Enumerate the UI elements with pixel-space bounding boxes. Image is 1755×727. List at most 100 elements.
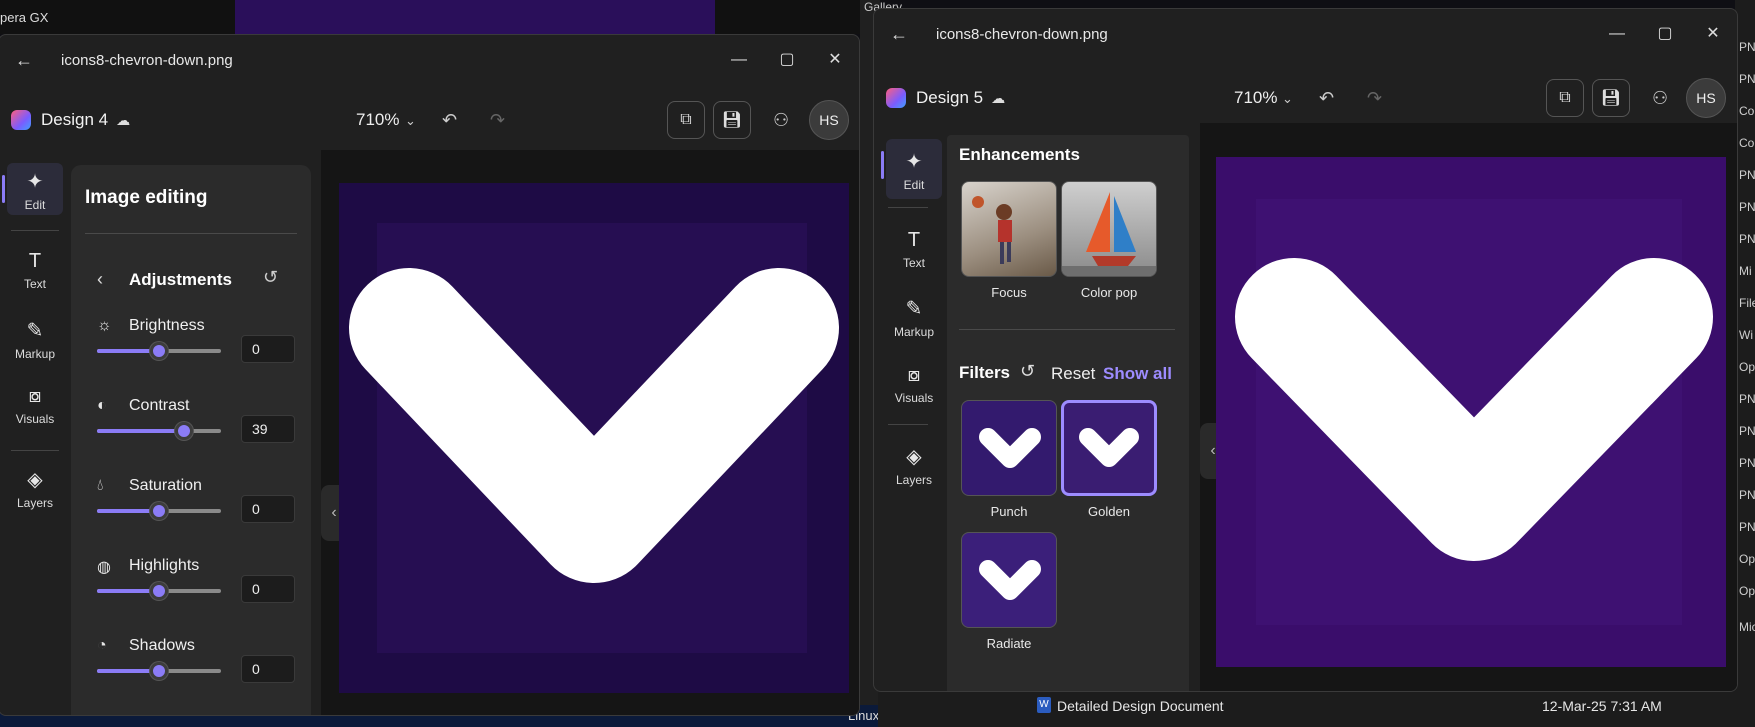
explorer-list-item[interactable]: PN bbox=[1739, 40, 1755, 54]
design-title[interactable]: Design 5 bbox=[916, 88, 983, 108]
undo-icon[interactable]: ↶ bbox=[1319, 88, 1334, 109]
explorer-list-item[interactable]: File bbox=[1739, 296, 1755, 310]
share-icon[interactable]: ⚇ bbox=[773, 110, 789, 131]
enhancement-focus-thumb[interactable] bbox=[961, 181, 1057, 277]
reset-icon[interactable]: ↺ bbox=[263, 267, 278, 288]
rail-edit[interactable]: ✦ Edit bbox=[2, 163, 63, 215]
reset-icon[interactable]: ↺ bbox=[1020, 361, 1035, 382]
designer-logo bbox=[886, 88, 906, 108]
back-chevron-icon[interactable]: ‹ bbox=[97, 269, 103, 290]
explorer-list-item[interactable]: PN bbox=[1739, 200, 1755, 214]
filter-punch-thumb[interactable] bbox=[961, 400, 1057, 496]
zoom-level[interactable]: 710% bbox=[356, 110, 399, 130]
taskbar-doc-name[interactable]: Detailed Design Document bbox=[1057, 698, 1224, 714]
rail-markup[interactable]: ✎ Markup bbox=[886, 296, 942, 339]
file-name: icons8-chevron-down.png bbox=[936, 25, 1108, 43]
brightness-value[interactable]: 0 bbox=[241, 335, 295, 363]
rail-visuals-label: Visuals bbox=[894, 391, 934, 405]
rail-markup[interactable]: ✎ Markup bbox=[7, 318, 63, 361]
explorer-list-item[interactable]: PN bbox=[1739, 424, 1755, 438]
save-icon[interactable]: 💾︎ bbox=[1592, 79, 1630, 117]
close-icon[interactable]: ✕ bbox=[811, 35, 859, 85]
explorer-list-item[interactable]: PN bbox=[1739, 520, 1755, 534]
opera-gx-label: pera GX bbox=[0, 10, 49, 25]
contrast-slider-thumb[interactable] bbox=[174, 422, 193, 440]
close-icon[interactable]: ✕ bbox=[1689, 9, 1737, 59]
taskbar-timestamp: 12-Mar-25 7:31 AM bbox=[1542, 698, 1662, 714]
explorer-list-item[interactable]: Op bbox=[1739, 584, 1755, 598]
back-arrow-icon[interactable]: ← bbox=[0, 50, 49, 71]
redo-icon[interactable]: ↷ bbox=[490, 110, 505, 131]
explorer-list-item[interactable]: PN bbox=[1739, 392, 1755, 406]
rail-visuals[interactable]: ⧇ Visuals bbox=[886, 364, 942, 405]
rail-markup-label: Markup bbox=[14, 347, 55, 361]
rail-visuals-label: Visuals bbox=[15, 412, 55, 426]
explorer-list-item[interactable]: PN bbox=[1739, 72, 1755, 86]
rail-divider bbox=[11, 450, 59, 451]
explorer-list-item[interactable]: Mi bbox=[1739, 264, 1752, 278]
rail-text[interactable]: T Text bbox=[886, 229, 942, 270]
explorer-list-item[interactable]: PN bbox=[1739, 488, 1755, 502]
rail-edit[interactable]: ✦ Edit bbox=[881, 139, 942, 199]
rail-text[interactable]: T Text bbox=[7, 250, 63, 291]
back-arrow-icon[interactable]: ← bbox=[874, 24, 924, 45]
explorer-list-item[interactable]: PN bbox=[1739, 232, 1755, 246]
save-icon[interactable]: 💾︎ bbox=[713, 101, 751, 139]
chevron-down-icon[interactable]: ⌄ bbox=[405, 113, 416, 129]
image-canvas[interactable] bbox=[1216, 157, 1726, 667]
highlights-slider-thumb[interactable] bbox=[150, 582, 168, 600]
explorer-list-item[interactable]: Mic bbox=[1739, 620, 1755, 634]
show-all-link[interactable]: Show all bbox=[1103, 364, 1172, 384]
maximize-icon[interactable]: ▢ bbox=[1641, 9, 1689, 59]
brightness-slider-thumb[interactable] bbox=[150, 342, 168, 360]
avatar[interactable]: HS bbox=[1686, 78, 1726, 118]
shadows-slider-thumb[interactable] bbox=[150, 662, 168, 680]
basketball-photo-icon bbox=[972, 196, 1012, 264]
sailboat-photo-icon bbox=[1062, 192, 1156, 276]
saturation-value[interactable]: 0 bbox=[241, 495, 295, 523]
undo-icon[interactable]: ↶ bbox=[442, 110, 457, 131]
section-title: Adjustments bbox=[129, 270, 232, 289]
highlights-label: Highlights bbox=[129, 557, 200, 574]
image-canvas[interactable] bbox=[339, 183, 849, 693]
explorer-list-item[interactable]: Op bbox=[1739, 552, 1755, 566]
chevron-down-icon[interactable]: ⌄ bbox=[1282, 91, 1293, 107]
explorer-list-item[interactable]: Co bbox=[1739, 136, 1754, 150]
copy-icon[interactable]: ⧉ bbox=[1546, 79, 1584, 117]
shadows-value[interactable]: 0 bbox=[241, 655, 295, 683]
saturation-slider-thumb[interactable] bbox=[150, 502, 168, 520]
share-icon[interactable]: ⚇ bbox=[1652, 88, 1668, 109]
rail-text-label: Text bbox=[23, 277, 46, 291]
rail-visuals[interactable]: ⧇ Visuals bbox=[7, 385, 63, 426]
maximize-icon[interactable]: ▢ bbox=[763, 35, 811, 85]
avatar[interactable]: HS bbox=[809, 100, 849, 140]
cloud-saved-icon: ☁︎ bbox=[116, 111, 131, 128]
design-title[interactable]: Design 4 bbox=[41, 110, 108, 130]
explorer-list-item[interactable]: Op bbox=[1739, 360, 1755, 374]
contrast-label: Contrast bbox=[129, 397, 190, 414]
filter-golden-thumb[interactable] bbox=[1061, 400, 1157, 496]
filter-punch-label: Punch bbox=[990, 504, 1028, 519]
explorer-list-item[interactable]: PN bbox=[1739, 168, 1755, 182]
filter-radiate-thumb[interactable] bbox=[961, 532, 1057, 628]
enhancement-color-pop-thumb[interactable] bbox=[1061, 181, 1157, 277]
chevron-left-icon: ‹ bbox=[331, 504, 337, 521]
visuals-icon: ⧇ bbox=[28, 385, 42, 407]
explorer-list-item[interactable]: Wi bbox=[1739, 328, 1753, 342]
top-toolbar: Design 4 ☁︎ 710% ⌄ ↶ ↷ ⧉ 💾︎ ⚇ HS bbox=[0, 91, 859, 149]
shadows-icon: ◔ bbox=[97, 637, 107, 654]
contrast-value[interactable]: 39 bbox=[241, 415, 295, 443]
rail-layers[interactable]: ◈ Layers bbox=[7, 467, 63, 510]
explorer-list-item[interactable]: PN bbox=[1739, 456, 1755, 470]
reset-button[interactable]: Reset bbox=[1051, 364, 1095, 384]
copy-icon[interactable]: ⧉ bbox=[667, 101, 705, 139]
minimize-icon[interactable]: — bbox=[715, 35, 763, 85]
title-bar: ← icons8-chevron-down.png — ▢ ✕ bbox=[874, 9, 1737, 59]
chevron-down-icon bbox=[979, 560, 1041, 600]
minimize-icon[interactable]: — bbox=[1593, 9, 1641, 59]
zoom-level[interactable]: 710% bbox=[1234, 88, 1277, 108]
explorer-list-item[interactable]: Co bbox=[1739, 104, 1754, 118]
highlights-value[interactable]: 0 bbox=[241, 575, 295, 603]
redo-icon[interactable]: ↷ bbox=[1367, 88, 1382, 109]
rail-layers[interactable]: ◈ Layers bbox=[886, 444, 942, 487]
